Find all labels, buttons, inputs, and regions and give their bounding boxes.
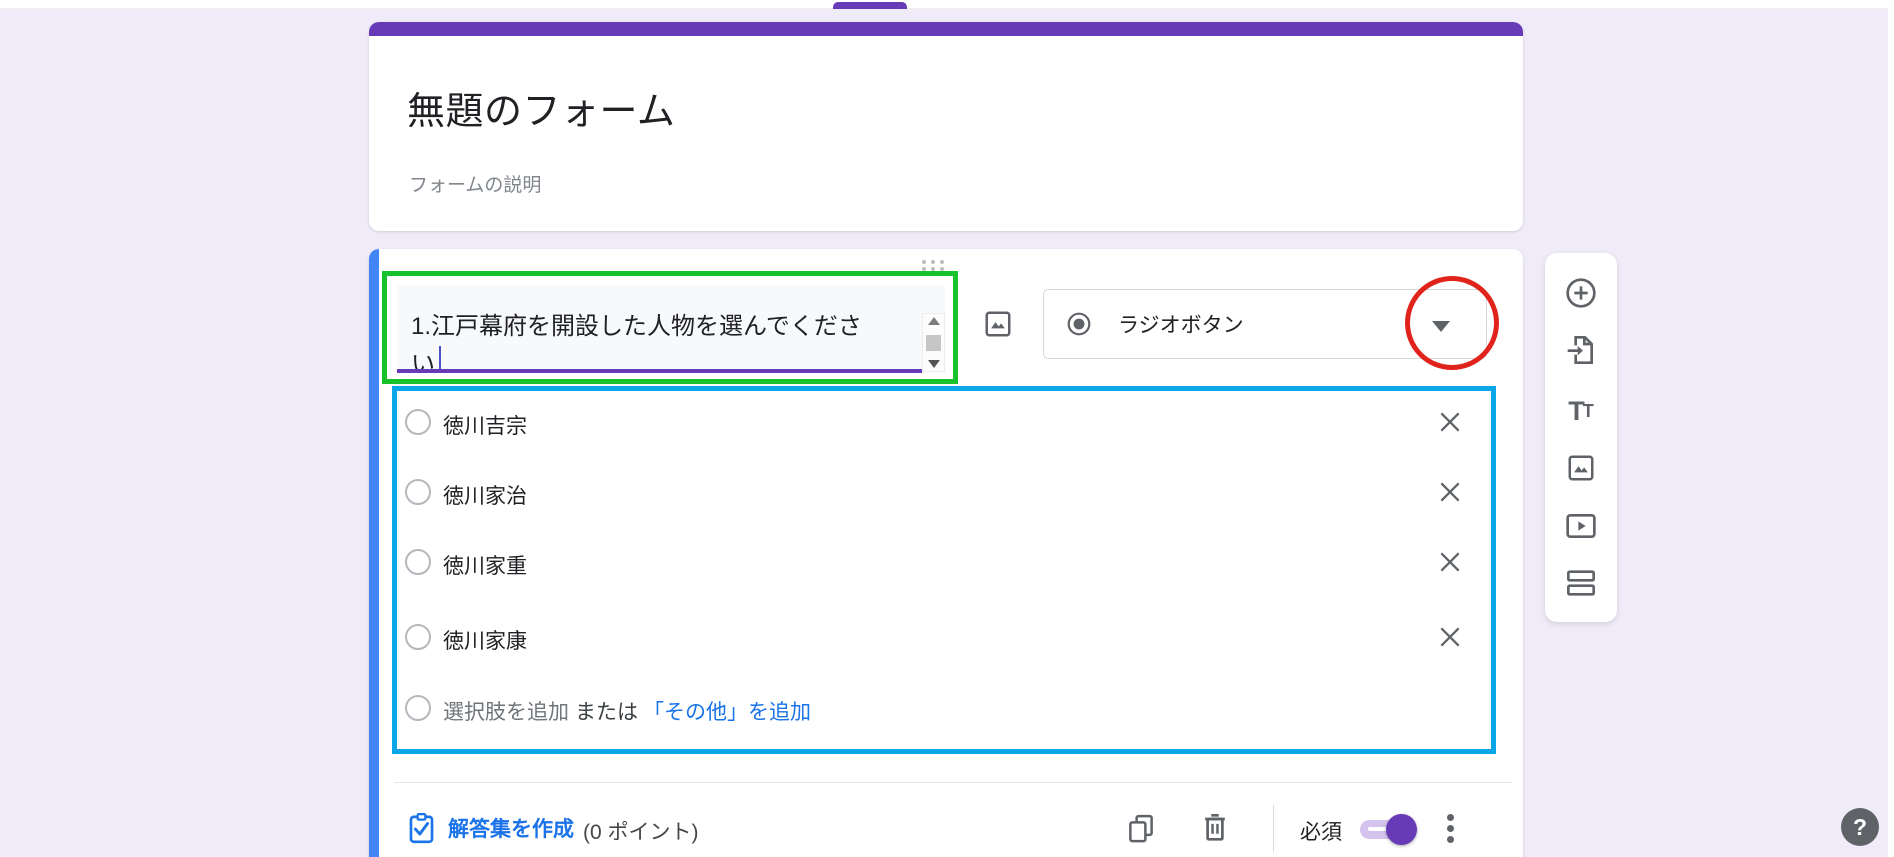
remove-option-button[interactable]: [1436, 478, 1464, 506]
radio-circle-icon: [405, 624, 431, 650]
scroll-down-icon[interactable]: [928, 360, 940, 368]
option-row: 徳川家康: [405, 611, 1467, 663]
option-label[interactable]: 徳川家重: [443, 550, 527, 580]
add-other-link[interactable]: 「その他」を追加: [643, 696, 811, 726]
active-card-indicator: [369, 249, 379, 857]
section-icon: [1565, 569, 1597, 597]
scroll-up-icon[interactable]: [928, 317, 940, 325]
question-text-line2: い: [411, 344, 435, 379]
duplicate-button[interactable]: [1125, 812, 1157, 844]
chevron-down-icon: [1432, 321, 1450, 332]
radio-circle-icon: [405, 479, 431, 505]
option-row: 徳川家重: [405, 536, 1467, 588]
top-purple-tab: [833, 2, 907, 9]
delete-button[interactable]: [1199, 811, 1231, 843]
question-type-select[interactable]: ラジオボタン: [1043, 289, 1487, 359]
scrollbar-thumb[interactable]: [926, 335, 941, 351]
option-row: 徳川家治: [405, 466, 1467, 518]
radio-circle-icon: [405, 409, 431, 435]
focus-underline: [397, 369, 922, 373]
help-button[interactable]: ?: [1841, 808, 1879, 846]
plus-circle-icon: [1565, 277, 1597, 309]
add-option-row: 選択肢を追加 または 「その他」を追加: [405, 682, 1467, 734]
answer-key-button[interactable]: 解答集を作成: [408, 811, 588, 845]
remove-option-button[interactable]: [1436, 623, 1464, 651]
copy-icon: [1126, 813, 1156, 843]
add-question-button[interactable]: [1565, 277, 1597, 309]
form-title-card: 無題のフォーム フォームの説明: [369, 22, 1523, 231]
close-icon: [1437, 624, 1463, 650]
close-icon: [1437, 409, 1463, 435]
video-icon: [1565, 512, 1597, 540]
points-label: (0 ポイント): [583, 816, 699, 846]
radio-button-icon: [1066, 311, 1092, 337]
image-icon: [983, 309, 1013, 339]
option-label[interactable]: 徳川家治: [443, 480, 527, 510]
add-image-button[interactable]: [982, 308, 1014, 340]
card-purple-accent: [369, 22, 1523, 36]
question-text-input[interactable]: 1.江戸幕府を開設した人物を選んでくださ い: [397, 286, 945, 373]
textarea-scrollbar[interactable]: [922, 313, 945, 372]
form-title-input[interactable]: 無題のフォーム: [407, 80, 675, 135]
answer-key-label: 解答集を作成: [448, 813, 574, 843]
footer-divider: [1273, 805, 1274, 852]
answer-key-icon: [408, 813, 435, 844]
add-title-description-button[interactable]: TT: [1565, 395, 1597, 427]
remove-option-button[interactable]: [1436, 548, 1464, 576]
import-questions-button[interactable]: [1565, 334, 1597, 366]
toggle-knob: [1386, 814, 1417, 845]
add-option-button[interactable]: 選択肢を追加: [443, 696, 569, 726]
top-white-strip: [0, 0, 1894, 9]
form-description-input[interactable]: フォームの説明: [409, 170, 541, 197]
required-label: 必須: [1300, 816, 1342, 846]
question-text-line1: 1.江戸幕府を開設した人物を選んでくださ: [411, 306, 862, 341]
option-row: 徳川吉宗: [405, 396, 1467, 448]
add-section-button[interactable]: [1565, 567, 1597, 599]
question-type-value: ラジオボタン: [1118, 309, 1244, 339]
remove-option-button[interactable]: [1436, 408, 1464, 436]
toggle-track-highlight: [1368, 827, 1388, 831]
import-icon: [1565, 334, 1597, 366]
question-card: 1.江戸幕府を開設した人物を選んでくださ い ラジオボタン 徳川吉宗: [369, 249, 1523, 857]
close-icon: [1437, 479, 1463, 505]
add-image-toolbar-button[interactable]: [1565, 452, 1597, 484]
required-toggle[interactable]: [1360, 814, 1422, 846]
radio-circle-icon: [405, 549, 431, 575]
image-icon: [1566, 453, 1596, 483]
radio-circle-icon: [405, 695, 431, 721]
option-label[interactable]: 徳川吉宗: [443, 410, 527, 440]
close-icon: [1437, 549, 1463, 575]
kebab-menu-icon: [1447, 814, 1454, 821]
option-label[interactable]: 徳川家康: [443, 625, 527, 655]
trash-icon: [1200, 811, 1230, 843]
more-options-button[interactable]: [1441, 812, 1459, 844]
insert-toolbar: TT: [1545, 253, 1617, 622]
scrollbar-gutter[interactable]: [1888, 0, 1894, 857]
card-divider: [394, 782, 1512, 783]
drag-handle-icon[interactable]: [920, 259, 946, 272]
add-video-button[interactable]: [1565, 510, 1597, 542]
add-option-or-text: または: [575, 696, 638, 726]
